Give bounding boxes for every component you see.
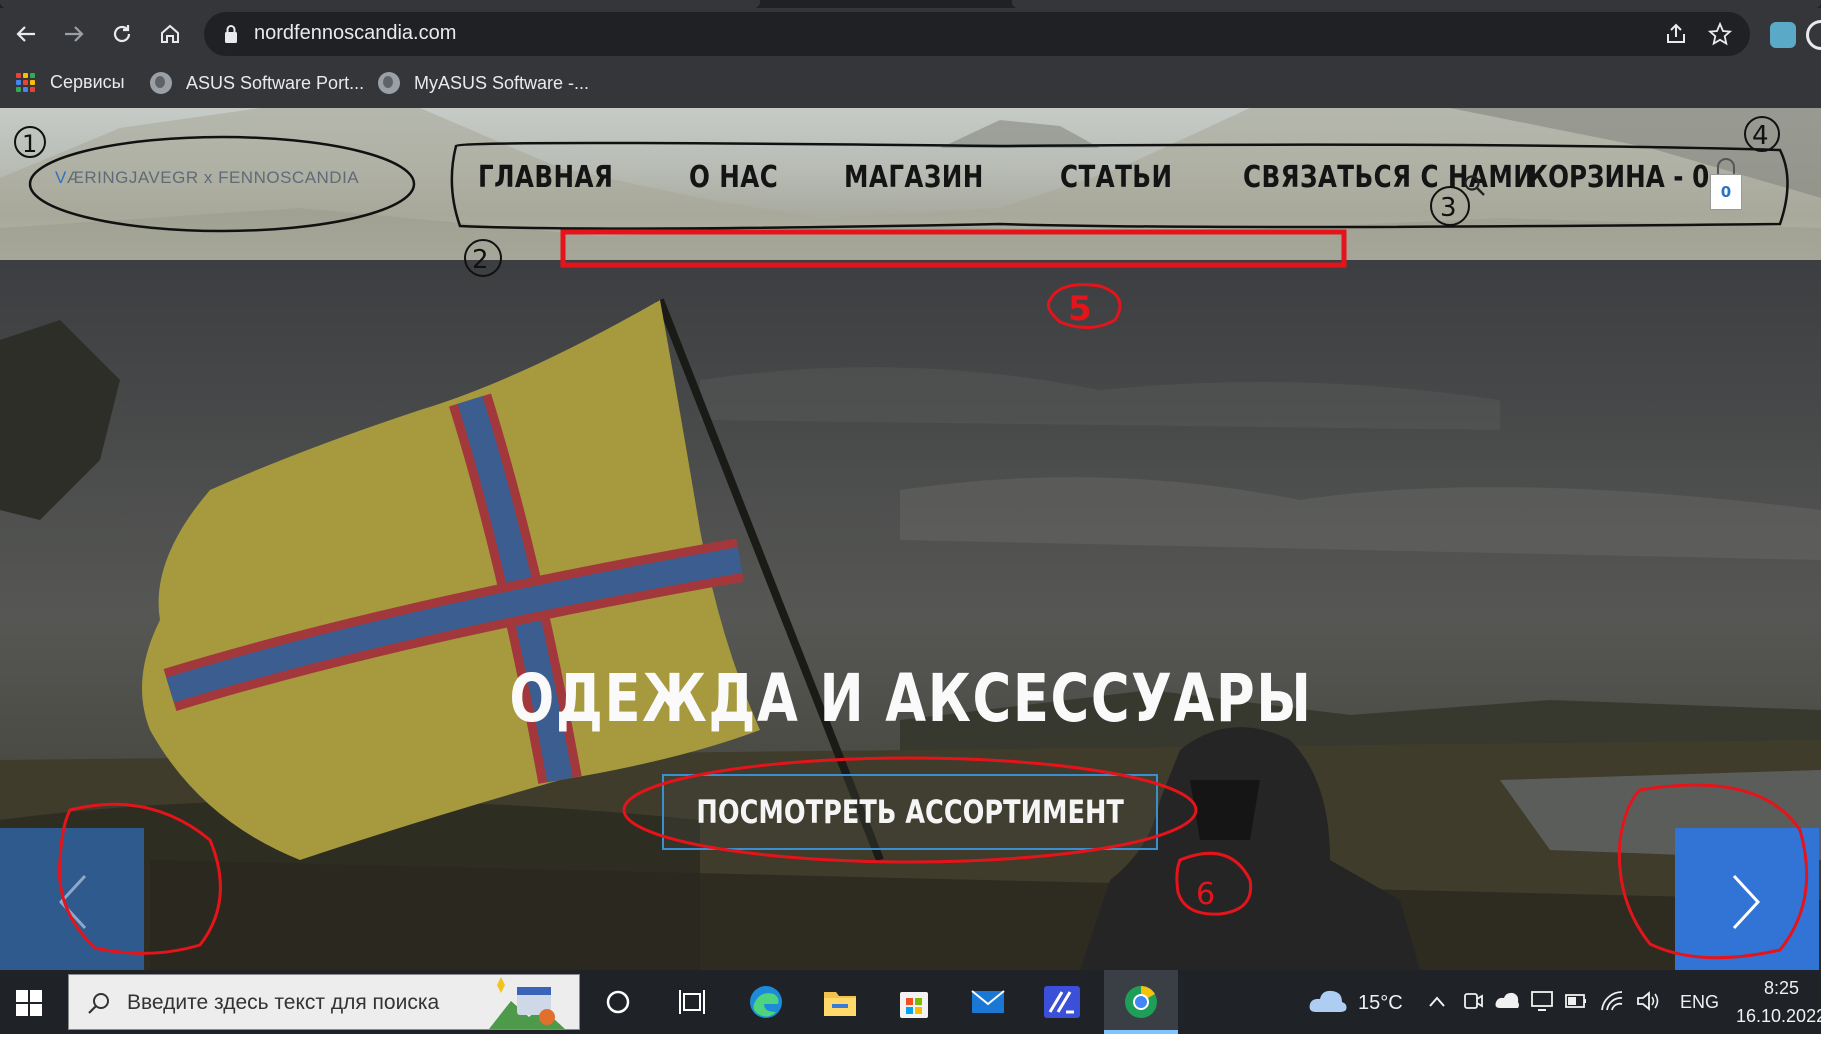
website-viewport: VÆRINGJAVEGR x FENNOSCANDIA ГЛАВНАЯ О НА… (0, 108, 1821, 970)
menu-item-about[interactable]: О НАС (689, 160, 778, 195)
bookmark-label: Сервисы (50, 72, 125, 92)
meet-camera-icon[interactable] (1462, 990, 1484, 1012)
home-icon (161, 24, 179, 43)
edge-browser-icon[interactable] (746, 982, 786, 1022)
back-button[interactable] (8, 16, 44, 52)
bookmarks-bar: Сервисы ASUS Software Port... MyASUS Sof… (0, 62, 1821, 108)
tab-inactive[interactable] (1012, 0, 1821, 8)
logo-initial: V (55, 168, 67, 187)
lock-icon (225, 25, 237, 43)
share-icon[interactable] (1664, 22, 1688, 46)
taskbar-search-box[interactable]: Введите здесь текст для поиска (68, 974, 580, 1030)
cortana-icon[interactable] (598, 982, 638, 1022)
forward-button[interactable] (56, 16, 92, 52)
menu-item-articles[interactable]: СТАТЬИ (1060, 160, 1172, 195)
menu-item-home[interactable]: ГЛАВНАЯ (478, 160, 613, 195)
microsoft-store-icon[interactable] (894, 982, 934, 1022)
logo-separator: x (203, 168, 213, 187)
bookmark-asus-portal[interactable]: ASUS Software Port... (150, 72, 364, 94)
windows-taskbar: Введите здесь текст для поиска 15°C ENG … (0, 970, 1821, 1034)
page-bottom-strip (0, 1034, 1821, 1046)
extension-icon[interactable] (1770, 22, 1796, 48)
slider-next-button[interactable] (1675, 828, 1819, 970)
main-menu: ГЛАВНАЯ О НАС МАГАЗИН СТАТЬИ СВЯЗАТЬСЯ С… (478, 160, 1599, 195)
onedrive-icon[interactable] (1494, 990, 1520, 1012)
site-header: VÆRINGJAVEGR x FENNOSCANDIA ГЛАВНАЯ О НА… (0, 108, 1821, 260)
site-logo[interactable]: VÆRINGJAVEGR x FENNOSCANDIA (55, 168, 359, 188)
bookmark-label: ASUS Software Port... (186, 72, 365, 93)
weather-temperature[interactable]: 15°C (1358, 992, 1403, 1015)
logo-text: ÆRINGJAVEGR (66, 168, 199, 187)
taskbar-search-placeholder: Введите здесь текст для поиска (127, 991, 440, 1014)
cart-count-badge: 0 (1710, 174, 1742, 210)
myasus-icon[interactable] (1042, 982, 1082, 1022)
battery-icon[interactable] (1564, 992, 1588, 1010)
cart-link[interactable]: КОРЗИНА - 0 (1528, 160, 1709, 195)
bookmark-label: MyASUS Software -... (414, 72, 590, 93)
wifi-icon[interactable] (1600, 990, 1624, 1012)
hero-title: ОДЕЖДА И АКСЕССУАРЫ (0, 660, 1821, 737)
search-icon (88, 993, 109, 1014)
hero-background-image (0, 260, 1821, 970)
chevron-up-icon[interactable] (1428, 994, 1446, 1008)
bookmark-services[interactable]: Сервисы (16, 72, 125, 93)
task-view-icon[interactable] (672, 982, 712, 1022)
bookmark-star-icon[interactable] (1708, 22, 1732, 46)
view-assortment-button[interactable]: ПОСМОТРЕТЬ АССОРТИМЕНТ (662, 774, 1158, 850)
back-arrow-icon (16, 26, 35, 42)
speaker-icon[interactable] (1636, 990, 1660, 1012)
tab-strip (0, 0, 1821, 8)
profile-avatar[interactable] (1806, 20, 1821, 50)
windows-start-icon[interactable] (16, 990, 42, 1016)
reload-icon (113, 25, 131, 43)
cloud-weather-icon[interactable] (1308, 988, 1348, 1014)
url-text[interactable]: nordfennoscandia.com (254, 22, 456, 45)
display-icon[interactable] (1530, 990, 1554, 1012)
search-highlight-illustration-icon (489, 977, 565, 1029)
search-icon[interactable] (1463, 174, 1487, 198)
chevron-right-icon (1732, 874, 1761, 930)
reload-button[interactable] (104, 16, 140, 52)
globe-icon (378, 72, 400, 94)
cart-bag-icon[interactable]: 0 (1710, 158, 1742, 210)
chrome-style-app-icon[interactable] (1121, 982, 1161, 1022)
cta-label: ПОСМОТРЕТЬ АССОРТИМЕНТ (696, 793, 1124, 831)
browser-toolbar: nordfennoscandia.com (0, 8, 1821, 62)
address-bar[interactable]: nordfennoscandia.com (204, 12, 1750, 56)
clock-date[interactable]: 16.10.2022 (1736, 1006, 1821, 1027)
hero-title-text: ОДЕЖДА И АКСЕССУАРЫ (508, 660, 1313, 737)
menu-item-contact[interactable]: СВЯЗАТЬСЯ С НАМИ (1243, 160, 1534, 195)
tab-active[interactable] (0, 0, 760, 8)
file-explorer-icon[interactable] (820, 982, 860, 1022)
input-language[interactable]: ENG (1680, 992, 1719, 1013)
home-button[interactable] (152, 16, 188, 52)
globe-icon (150, 72, 172, 94)
slider-prev-button[interactable] (0, 828, 144, 970)
browser-chrome: nordfennoscandia.com Сервисы ASUS Softwa… (0, 0, 1821, 108)
clock-time[interactable]: 8:25 (1764, 978, 1799, 999)
bookmark-myasus[interactable]: MyASUS Software -... (378, 72, 589, 94)
hero-slider: ОДЕЖДА И АКСЕССУАРЫ ПОСМОТРЕТЬ АССОРТИМЕ… (0, 260, 1821, 970)
apps-icon (16, 72, 36, 93)
forward-arrow-icon (65, 26, 84, 42)
chevron-left-icon (58, 874, 87, 930)
menu-item-shop[interactable]: МАГАЗИН (844, 160, 984, 195)
mail-icon[interactable] (968, 982, 1008, 1022)
logo-tail: FENNOSCANDIA (218, 168, 360, 187)
